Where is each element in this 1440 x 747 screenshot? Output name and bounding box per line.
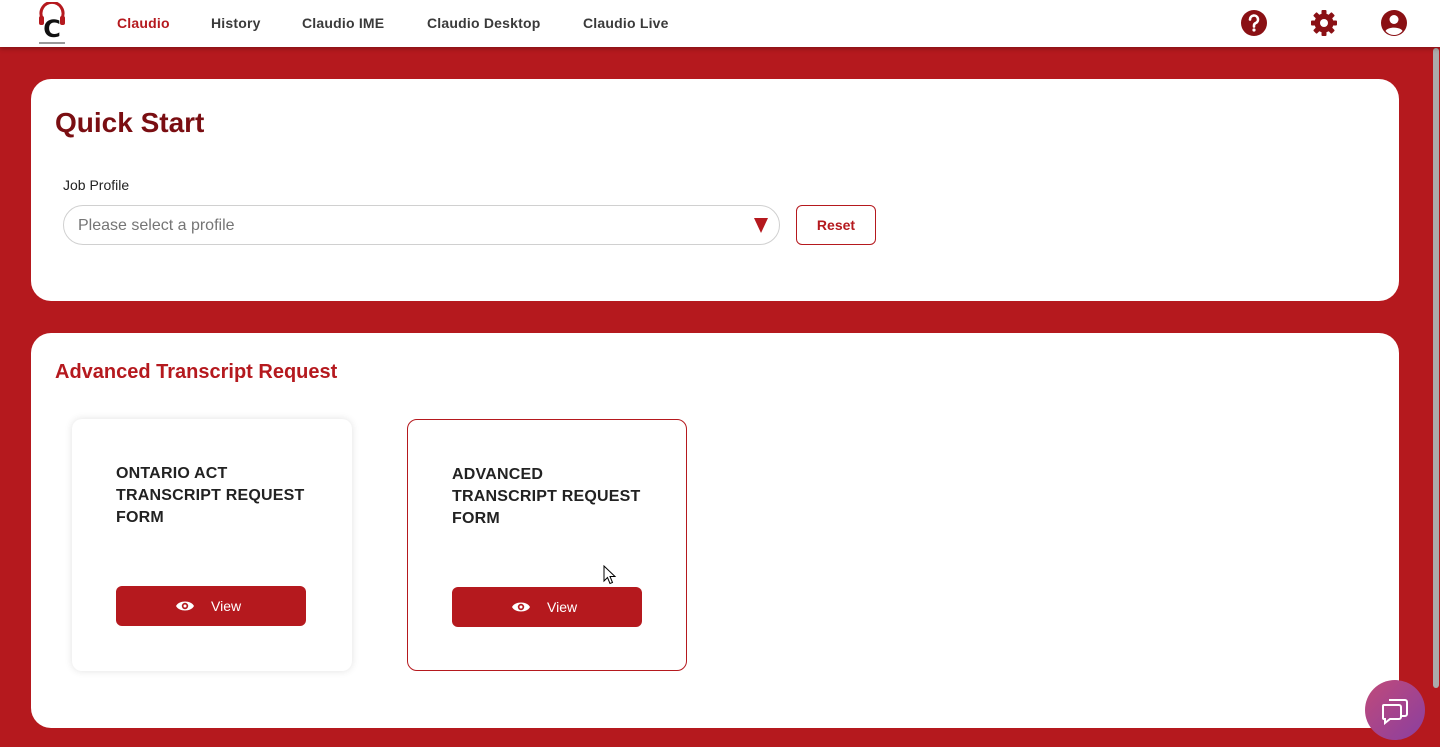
- view-button[interactable]: View: [116, 586, 306, 626]
- view-button-label: View: [547, 599, 578, 615]
- claudio-logo[interactable]: C: [36, 2, 68, 46]
- form-card-ontario-act[interactable]: ONTARIO ACT TRANSCRIPT REQUEST FORM View: [72, 419, 352, 671]
- form-card-title: ADVANCED TRANSCRIPT REQUEST FORM: [452, 466, 641, 527]
- form-card-advanced-transcript[interactable]: ADVANCED TRANSCRIPT REQUEST FORM View: [407, 419, 687, 671]
- nav-claudio[interactable]: Claudio: [117, 15, 170, 31]
- help-icon[interactable]: [1240, 9, 1268, 37]
- top-nav-bar: C Claudio History Claudio IME Claudio De…: [0, 0, 1440, 47]
- mouse-cursor-icon: [603, 565, 617, 585]
- chat-bubble-icon: [1382, 699, 1408, 725]
- eye-icon: [176, 601, 194, 611]
- form-card-title: ONTARIO ACT TRANSCRIPT REQUEST FORM: [116, 465, 305, 526]
- job-profile-label: Job Profile: [63, 177, 130, 193]
- chat-launcher-button[interactable]: [1365, 680, 1425, 740]
- quick-start-card: Quick Start Job Profile Please select a …: [31, 79, 1399, 301]
- settings-gear-icon[interactable]: [1310, 9, 1338, 37]
- eye-icon: [512, 602, 530, 612]
- account-icon[interactable]: [1380, 9, 1408, 37]
- dropdown-caret-icon: [754, 218, 768, 233]
- nav-claudio-ime[interactable]: Claudio IME: [302, 15, 384, 31]
- advanced-transcript-title: Advanced Transcript Request: [55, 361, 338, 383]
- view-button-label: View: [211, 598, 242, 614]
- reset-button[interactable]: Reset: [796, 205, 876, 245]
- svg-text:C: C: [43, 15, 61, 43]
- scrollbar-thumb[interactable]: [1433, 48, 1439, 688]
- nav-claudio-live[interactable]: Claudio Live: [583, 15, 669, 31]
- nav-claudio-desktop[interactable]: Claudio Desktop: [427, 15, 540, 31]
- advanced-transcript-card: Advanced Transcript Request ONTARIO ACT …: [31, 333, 1399, 728]
- job-profile-select[interactable]: Please select a profile: [63, 205, 780, 245]
- nav-history[interactable]: History: [211, 15, 261, 31]
- quick-start-title: Quick Start: [55, 107, 205, 138]
- view-button[interactable]: View: [452, 587, 642, 627]
- job-profile-placeholder: Please select a profile: [78, 217, 235, 234]
